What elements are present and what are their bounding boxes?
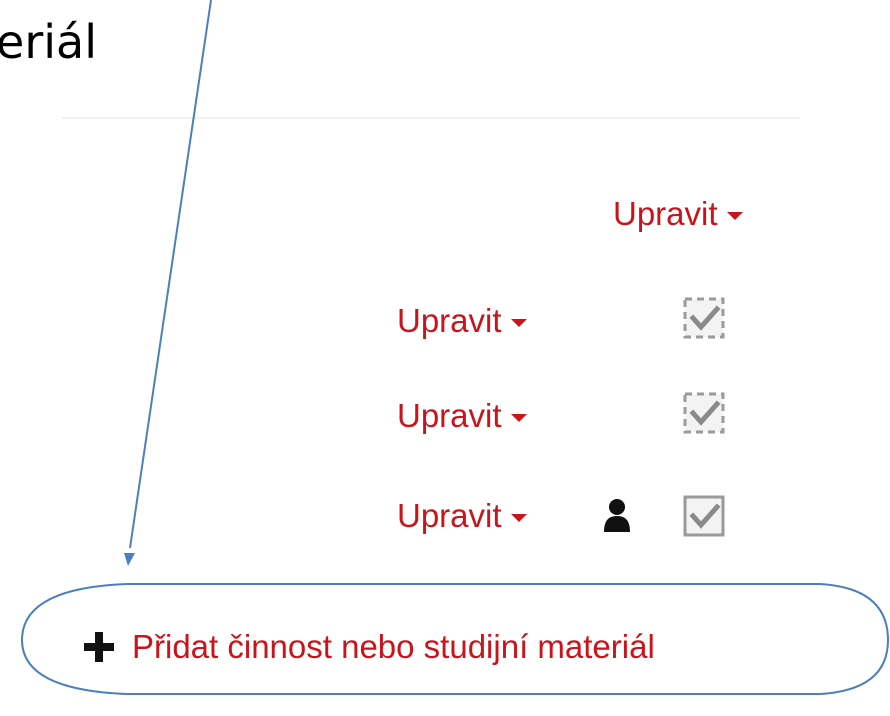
caret-down-icon	[510, 414, 527, 422]
caret-down-icon	[510, 514, 527, 522]
user-icon	[604, 499, 630, 532]
checkbox-dashed-icon[interactable]	[683, 297, 725, 339]
caret-down-icon	[726, 212, 743, 220]
annotation-arrow-line	[129, 0, 212, 549]
section-edit-menu[interactable]: Upravit	[613, 194, 743, 234]
edit-label: Upravit	[397, 497, 502, 534]
activity-edit-menu-1[interactable]: Upravit	[397, 301, 527, 341]
plus-icon	[84, 632, 114, 662]
add-activity-label: Přidat činnost nebo studijní materiál	[132, 628, 655, 665]
checkbox-checked-icon[interactable]	[683, 495, 725, 537]
section-divider	[62, 117, 800, 119]
edit-label: Upravit	[397, 397, 502, 434]
edit-label: Upravit	[613, 195, 718, 232]
checkbox-dashed-icon[interactable]	[683, 392, 725, 434]
annotation-arrowhead	[124, 553, 135, 566]
activity-edit-menu-3[interactable]: Upravit	[397, 496, 527, 536]
caret-down-icon	[510, 319, 527, 327]
edit-label: Upravit	[397, 302, 502, 339]
activity-edit-menu-2[interactable]: Upravit	[397, 396, 527, 436]
annotation-overlay	[20, 0, 890, 695]
add-activity-button[interactable]: Přidat činnost nebo studijní materiál	[82, 627, 655, 667]
caption-text: teriál	[0, 15, 97, 69]
